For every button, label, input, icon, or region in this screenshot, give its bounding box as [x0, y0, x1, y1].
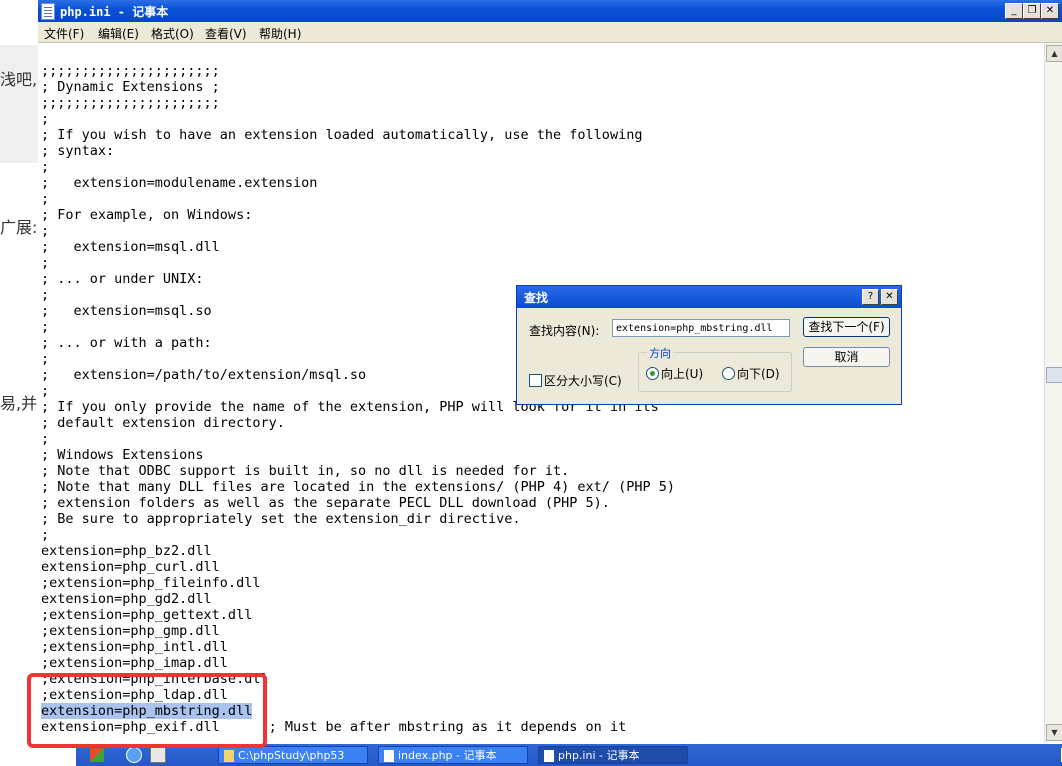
notepad-icon [41, 3, 55, 20]
title-bar[interactable]: php.ini - 记事本 _ ❐ ✕ [38, 0, 1062, 22]
match-case-checkbox[interactable] [529, 374, 542, 387]
background-text-fragment: 浅吧,山 [0, 70, 38, 89]
radio-down[interactable] [722, 367, 735, 380]
taskbar-item-label: index.php - 记事本 [398, 749, 497, 762]
notepad-icon [384, 750, 394, 762]
windows-icon[interactable] [90, 748, 104, 762]
taskbar-item-index-php[interactable]: index.php - 记事本 [378, 746, 528, 764]
direction-label: 方向 [647, 345, 673, 361]
cancel-button[interactable]: 取消 [803, 347, 890, 367]
background-text-fragment: 易,并 [0, 394, 38, 413]
restore-button[interactable]: ❐ [1023, 3, 1041, 19]
radio-up-label[interactable]: 向上(U) [661, 365, 703, 382]
menu-edit[interactable]: 编辑(E) [98, 25, 139, 42]
background-gray-band [0, 45, 38, 163]
background-text-fragment: 广展: [0, 218, 38, 237]
window-title: php.ini - 记事本 [60, 5, 169, 19]
menu-help[interactable]: 帮助(H) [259, 25, 301, 42]
find-label: 查找内容(N): [529, 324, 600, 338]
radio-selected-dot [650, 371, 655, 376]
menu-format[interactable]: 格式(O) [151, 25, 194, 42]
radio-down-label[interactable]: 向下(D) [737, 365, 780, 382]
scroll-down-button[interactable]: ▼ [1046, 724, 1062, 741]
scroll-thumb[interactable] [1046, 367, 1062, 383]
notepad-icon [544, 750, 554, 762]
taskbar-item-php-ini[interactable]: php.ini - 记事本 [538, 746, 688, 764]
taskbar-item-label: C:\phpStudy\php53 [238, 749, 345, 762]
app-shortcut-icon[interactable] [150, 747, 166, 763]
help-button[interactable]: ? [862, 289, 879, 305]
direction-group: 方向 向上(U) 向下(D) [638, 345, 792, 392]
radio-up[interactable] [646, 367, 659, 380]
menu-view[interactable]: 查看(V) [205, 25, 247, 42]
find-next-button[interactable]: 查找下一个(F) [803, 317, 890, 337]
find-input[interactable]: extension=php_mbstring.dll [612, 319, 790, 337]
close-button[interactable]: ✕ [1041, 3, 1059, 19]
dialog-close-button[interactable]: ✕ [881, 289, 898, 305]
menu-file[interactable]: 文件(F) [44, 25, 84, 42]
dialog-title: 查找 [524, 291, 549, 305]
taskbar-item-explorer[interactable]: C:\phpStudy\php53 [218, 746, 368, 764]
taskbar-item-label: php.ini - 记事本 [558, 749, 640, 762]
match-case-label[interactable]: 区分大小写(C) [544, 372, 622, 389]
menu-bar: 文件(F) 编辑(E) 格式(O) 查看(V) 帮助(H) [38, 22, 1062, 43]
find-dialog: 查找 ? ✕ 查找内容(N): extension=php_mbstring.d… [516, 285, 902, 405]
vertical-scrollbar[interactable]: ▲ ▼ [1044, 43, 1062, 743]
folder-icon [224, 750, 234, 762]
highlight-annotation-box [27, 673, 267, 748]
dialog-title-bar[interactable]: 查找 ? ✕ [517, 286, 901, 308]
ie-icon[interactable] [126, 747, 142, 763]
scroll-up-button[interactable]: ▲ [1046, 45, 1062, 62]
background-browser-page: 浅吧,山 广展: 易,并 [0, 0, 38, 766]
minimize-button[interactable]: _ [1005, 3, 1023, 19]
